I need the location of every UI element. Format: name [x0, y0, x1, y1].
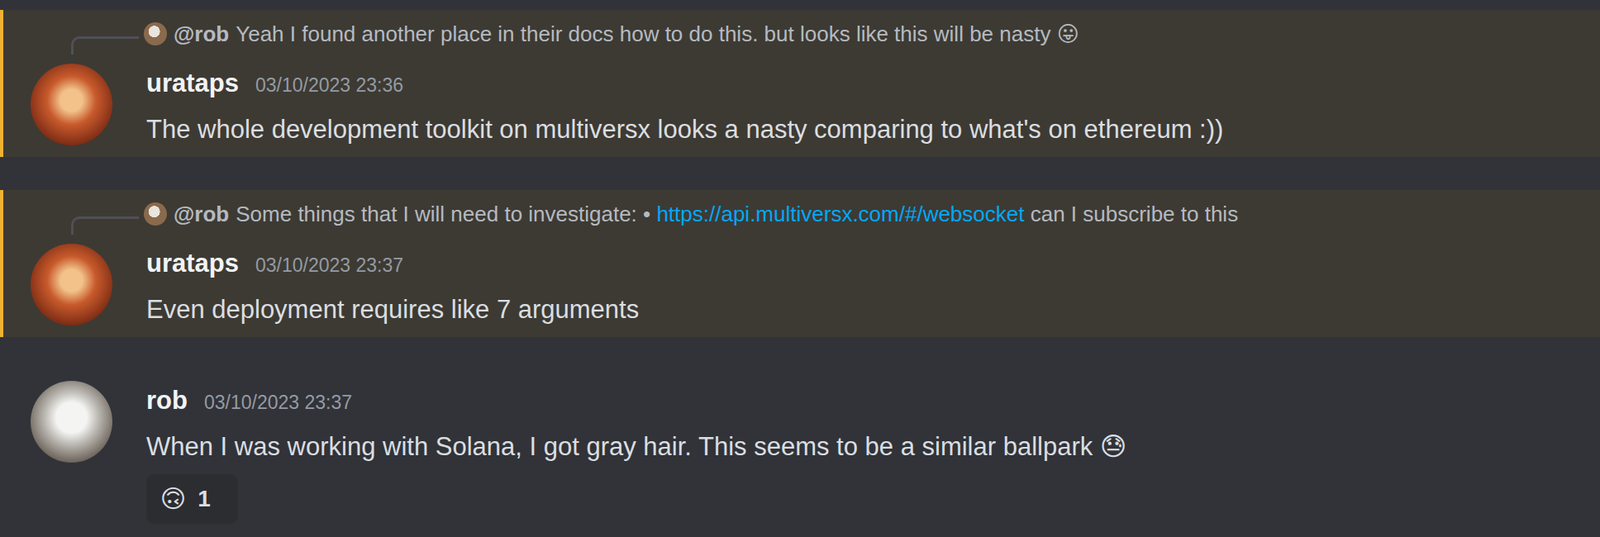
message-header: urataps 03/10/2023 23:37: [146, 247, 639, 282]
message-text: The whole development toolkit on multive…: [146, 113, 1224, 147]
reply-avatar-icon[interactable]: [143, 202, 167, 226]
reply-fragment: Yeah I found another place in their docs…: [235, 21, 1080, 47]
reply-fragment: Some things that I will need to investig…: [235, 201, 657, 227]
reply-author[interactable]: @rob: [173, 198, 229, 231]
timestamp: 03/10/2023 23:37: [255, 248, 404, 282]
reaction-button[interactable]: 🙃1: [146, 474, 239, 524]
message-body: urataps 03/10/2023 23:36 The whole develop…: [3, 66, 1600, 147]
avatar-icon[interactable]: [30, 243, 113, 326]
reply-preview[interactable]: @robSome things that I will need to inve…: [71, 193, 1600, 235]
reply-text[interactable]: Some things that I will need to investig…: [235, 198, 1239, 231]
avatar-icon[interactable]: [30, 63, 113, 146]
reply-fragment: can I subscribe to this: [1023, 201, 1239, 227]
avatar-icon[interactable]: [30, 380, 113, 463]
message-text: Even deployment requires like 7 argument…: [146, 293, 639, 327]
message: rob 03/10/2023 23:37 When I was working wi…: [0, 337, 1600, 537]
reply-spine: [71, 36, 139, 55]
reply-text[interactable]: Yeah I found another place in their docs…: [235, 18, 1080, 51]
author-name[interactable]: urataps: [146, 66, 239, 100]
message-body: rob 03/10/2023 23:37 When I was working wi…: [3, 384, 1600, 524]
reply-spine: [71, 216, 139, 235]
reply-link[interactable]: https://api.multiversx.com/#/websocket: [656, 201, 1024, 227]
message-body: urataps 03/10/2023 23:37 Even deployment r…: [3, 247, 1600, 327]
timestamp: 03/10/2023 23:36: [255, 68, 404, 102]
message-text: When I was working with Solana, I got gr…: [146, 430, 1127, 464]
message-header: rob 03/10/2023 23:37: [146, 384, 1127, 420]
message-header: urataps 03/10/2023 23:36: [146, 66, 1224, 102]
reply-avatar-icon[interactable]: [143, 22, 167, 46]
reactions: 🙃1: [146, 463, 1127, 524]
reply-author[interactable]: @rob: [173, 18, 229, 51]
reaction-count: 1: [197, 481, 211, 517]
message: @robYeah I found another place in their …: [0, 9, 1600, 158]
reaction-emoji: 🙃: [160, 482, 186, 516]
message-column: urataps 03/10/2023 23:37 Even deployment r…: [146, 247, 639, 327]
message-column: rob 03/10/2023 23:37 When I was working wi…: [146, 384, 1127, 524]
author-name[interactable]: rob: [146, 384, 188, 418]
reply-preview[interactable]: @robYeah I found another place in their …: [71, 13, 1600, 55]
author-name[interactable]: urataps: [146, 247, 239, 281]
timestamp: 03/10/2023 23:37: [204, 385, 353, 420]
chat-log: @robYeah I found another place in their …: [0, 0, 1600, 537]
message: @robSome things that I will need to inve…: [0, 190, 1600, 338]
message-column: urataps 03/10/2023 23:36 The whole develop…: [146, 66, 1224, 147]
